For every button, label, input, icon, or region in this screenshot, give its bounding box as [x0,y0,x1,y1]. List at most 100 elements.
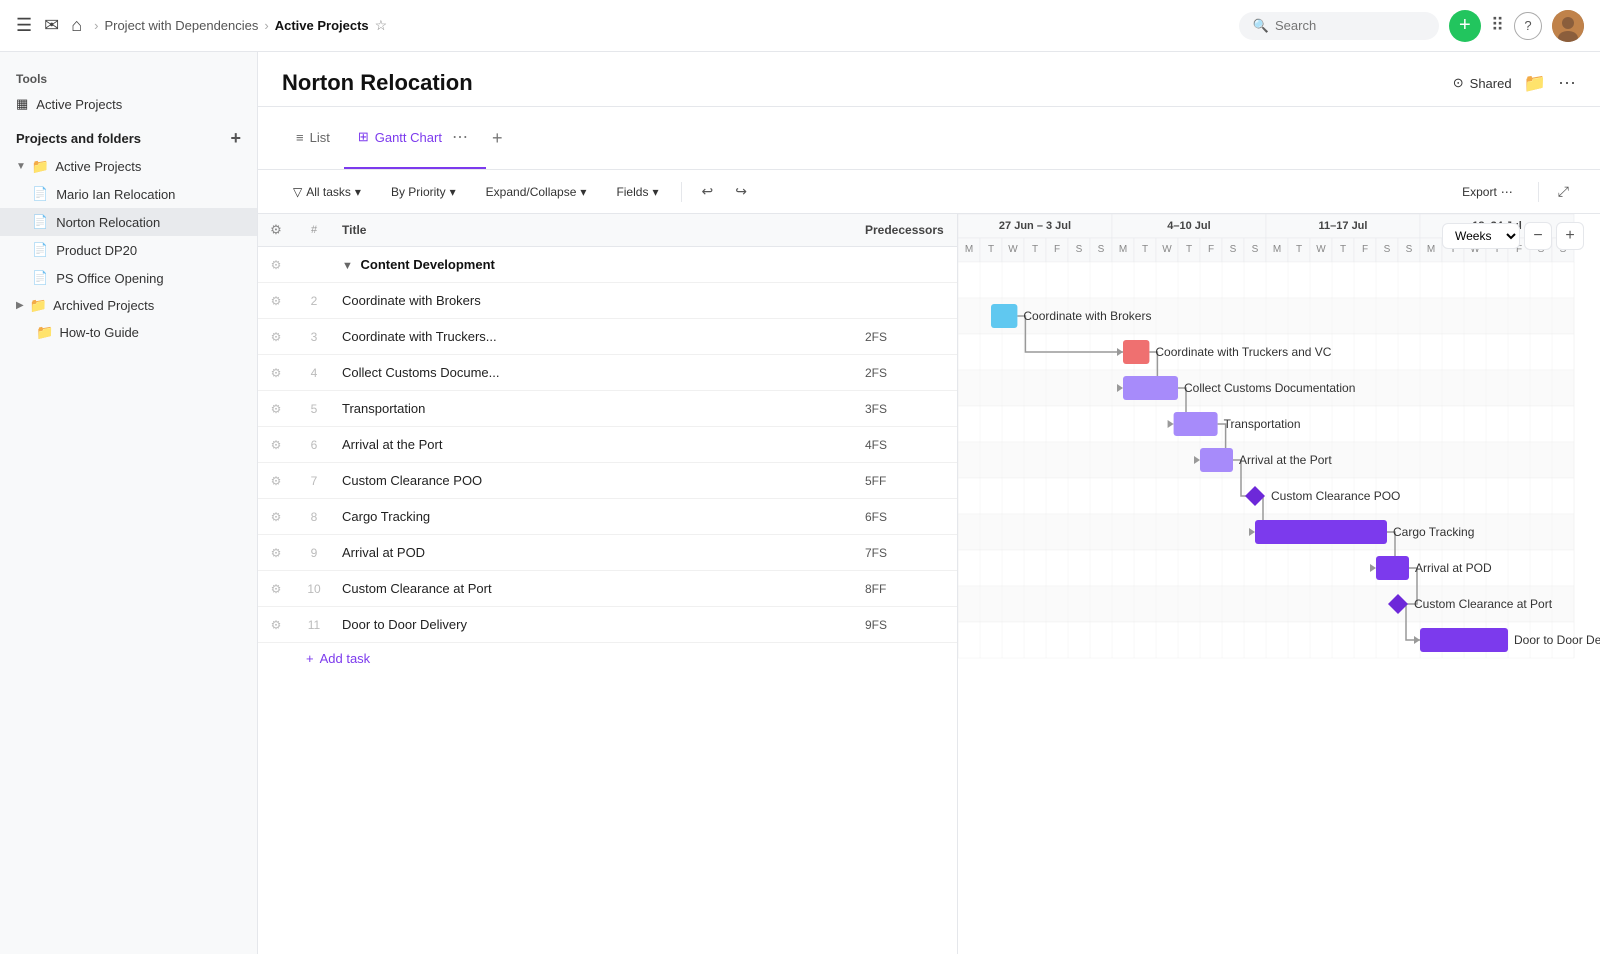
row-settings-icon: ⚙ [271,546,282,560]
svg-text:Coordinate with Brokers: Coordinate with Brokers [1023,309,1151,323]
priority-dropdown-icon: ▾ [450,185,456,199]
expand-label: Expand/Collapse [486,185,577,199]
top-nav: ☰ ✉ ⌂ › Project with Dependencies › Acti… [0,0,1600,52]
export-button[interactable]: Export ⋯ [1449,179,1526,205]
sidebar-item-product[interactable]: 📄 Product DP20 [0,236,257,264]
toolbar: ▽ All tasks ▾ By Priority ▾ Expand/Colla… [258,170,1600,214]
avatar[interactable] [1552,10,1584,42]
archived-projects-folder[interactable]: ▶ 📁 Archived Projects [0,292,257,319]
fields-dropdown-icon: ▾ [652,185,658,199]
svg-text:M: M [1119,244,1127,255]
all-tasks-button[interactable]: ▽ All tasks ▾ [282,179,372,205]
add-button[interactable]: + [1449,10,1481,42]
projects-section-title: Projects and folders [16,131,141,146]
svg-text:Collect Customs Documentation: Collect Customs Documentation [1184,381,1355,395]
add-task-button[interactable]: + Add task [258,643,957,674]
fields-button[interactable]: Fields ▾ [605,179,669,205]
howto-item[interactable]: 📁 How-to Guide [0,319,257,346]
svg-text:Transportation: Transportation [1224,417,1301,431]
table-row: ⚙ 5 Transportation 3FS [258,391,957,427]
sidebar-item-ps-office[interactable]: 📄 PS Office Opening [0,264,257,292]
list-icon: ≡ [296,130,304,145]
mail-icon[interactable]: ✉ [44,15,59,36]
expand-dropdown-icon: ▾ [580,185,586,199]
svg-text:T: T [988,244,994,255]
expand-collapse-button[interactable]: Expand/Collapse ▾ [475,179,598,205]
svg-text:S: S [1098,244,1105,255]
shared-label: Shared [1470,76,1512,91]
row-settings-icon: ⚙ [271,618,282,632]
all-tasks-label: All tasks [306,185,351,199]
table-row: ⚙ 10 Custom Clearance at Port 8FF [258,571,957,607]
project-title: Norton Relocation [282,70,473,96]
zoom-out-button[interactable]: − [1524,222,1552,250]
by-priority-button[interactable]: By Priority ▾ [380,179,467,205]
page-icon-product: 📄 [32,242,48,258]
table-row: ⚙ 7 Custom Clearance POO 5FF [258,463,957,499]
export-label: Export [1462,185,1497,199]
fullscreen-button[interactable]: ⤢ [1551,178,1576,205]
svg-text:Custom Clearance POO: Custom Clearance POO [1271,489,1400,503]
svg-text:Arrival at the Port: Arrival at the Port [1239,453,1332,467]
page-icon: 📄 [32,186,48,202]
gantt-chart: Weeks Days Months − + 27 Jun – 3 JulMTWT… [958,214,1600,954]
chevron-down-icon: ▼ [16,161,26,172]
breadcrumb-current[interactable]: Active Projects [275,18,369,33]
undo-button[interactable]: ↩ [694,178,720,205]
sidebar-item-mario[interactable]: 📄 Mario Ian Relocation [0,180,257,208]
num-col: # [294,216,334,244]
menu-icon[interactable]: ☰ [16,15,32,36]
tool-label: Active Projects [36,97,122,112]
svg-text:S: S [1252,244,1259,255]
group-chevron-icon[interactable]: ▼ [342,260,353,272]
by-priority-label: By Priority [391,185,446,199]
add-tab-button[interactable]: + [486,118,509,159]
search-input[interactable] [1275,18,1415,33]
tabs-bar: ≡ List ⊞ Gantt Chart ⋯ + [258,107,1600,170]
tab-gantt-label: Gantt Chart [375,130,442,145]
settings-icon-row: ⚙ [271,258,282,272]
zoom-in-button[interactable]: + [1556,222,1584,250]
svg-text:S: S [1384,244,1391,255]
svg-text:4–10 Jul: 4–10 Jul [1167,220,1210,232]
breadcrumb: › Project with Dependencies › Active Pro… [94,17,1227,34]
row-settings-icon: ⚙ [271,366,282,380]
redo-button[interactable]: ↪ [728,178,754,205]
table-row: ⚙ 6 Arrival at the Port 4FS [258,427,957,463]
sidebar: Tools ▦ Active Projects Projects and fol… [0,52,258,954]
sidebar-item-norton[interactable]: 📄 Norton Relocation [0,208,257,236]
add-project-button[interactable]: + [230,128,241,149]
add-task-label: Add task [320,651,371,666]
svg-text:T: T [1340,244,1346,255]
tab-list[interactable]: ≡ List [282,120,344,157]
svg-text:W: W [1162,244,1172,255]
mario-label: Mario Ian Relocation [56,187,175,202]
breadcrumb-project[interactable]: Project with Dependencies [104,18,258,33]
tab-list-label: List [310,130,330,145]
row-settings-icon: ⚙ [271,582,282,596]
help-button[interactable]: ? [1514,12,1542,40]
gantt-container: ⚙ # Title Predecessors ⚙ ▼ Content Devel… [258,214,1600,954]
svg-text:S: S [1406,244,1413,255]
table-row: ⚙ ▼ Content Development [258,247,957,283]
group-title: Content Development [361,257,495,272]
active-projects-folder[interactable]: ▼ 📁 Active Projects [0,153,257,180]
row-settings-icon: ⚙ [271,294,282,308]
pred-col: Predecessors [857,215,957,245]
apps-icon[interactable]: ⠿ [1491,15,1504,36]
zoom-select[interactable]: Weeks Days Months [1442,223,1520,249]
pin-icon[interactable]: ☆ [375,17,388,34]
row-settings-icon: ⚙ [271,474,282,488]
tab-more-icon[interactable]: ⋯ [448,117,472,157]
row-settings-icon: ⚙ [271,330,282,344]
toolbar-divider-1 [681,182,682,202]
more-options-button[interactable]: ⋯ [1558,73,1576,94]
gantt-icon: ⊞ [358,129,369,145]
tab-gantt[interactable]: ⊞ Gantt Chart ⋯ [344,107,486,169]
shared-button[interactable]: ⊙ Shared [1453,75,1512,91]
svg-text:T: T [1142,244,1148,255]
home-icon[interactable]: ⌂ [71,15,82,36]
sidebar-item-active-projects-tool[interactable]: ▦ Active Projects [0,90,257,118]
howto-label: How-to Guide [59,325,138,340]
folder-button[interactable]: 📁 [1524,73,1546,94]
